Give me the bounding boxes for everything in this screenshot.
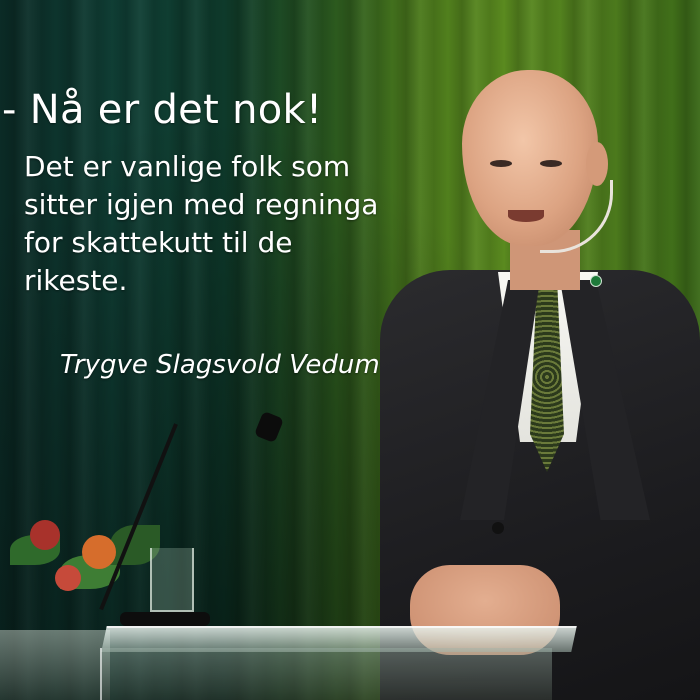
right-eye: [540, 160, 562, 167]
quote-headline: - Nå er det nok!: [2, 87, 323, 133]
quote-body: Det er vanlige folk som sitter igjen med…: [24, 148, 454, 300]
quote-attribution: Trygve Slagsvold Vedum: [60, 350, 380, 380]
quote-line: for skattekutt til de: [24, 226, 293, 259]
headset-microphone: [540, 180, 613, 253]
red-flower: [30, 520, 60, 550]
water-glass: [150, 548, 194, 612]
quote-line: Det er vanlige folk som: [24, 150, 351, 183]
jacket-button: [492, 522, 504, 534]
quote-line: rikeste.: [24, 264, 128, 297]
orange-flower: [82, 535, 116, 569]
mouth: [508, 210, 544, 222]
microphone-base: [120, 612, 210, 626]
lapel-pin: [590, 275, 602, 287]
red-flower: [55, 565, 81, 591]
speech-photo: - Nå er det nok! Det er vanlige folk som…: [0, 0, 700, 700]
quote-line: sitter igjen med regninga: [24, 188, 379, 221]
left-eye: [490, 160, 512, 167]
glass-lectern-front: [100, 648, 552, 700]
lectern-side: [0, 630, 110, 700]
